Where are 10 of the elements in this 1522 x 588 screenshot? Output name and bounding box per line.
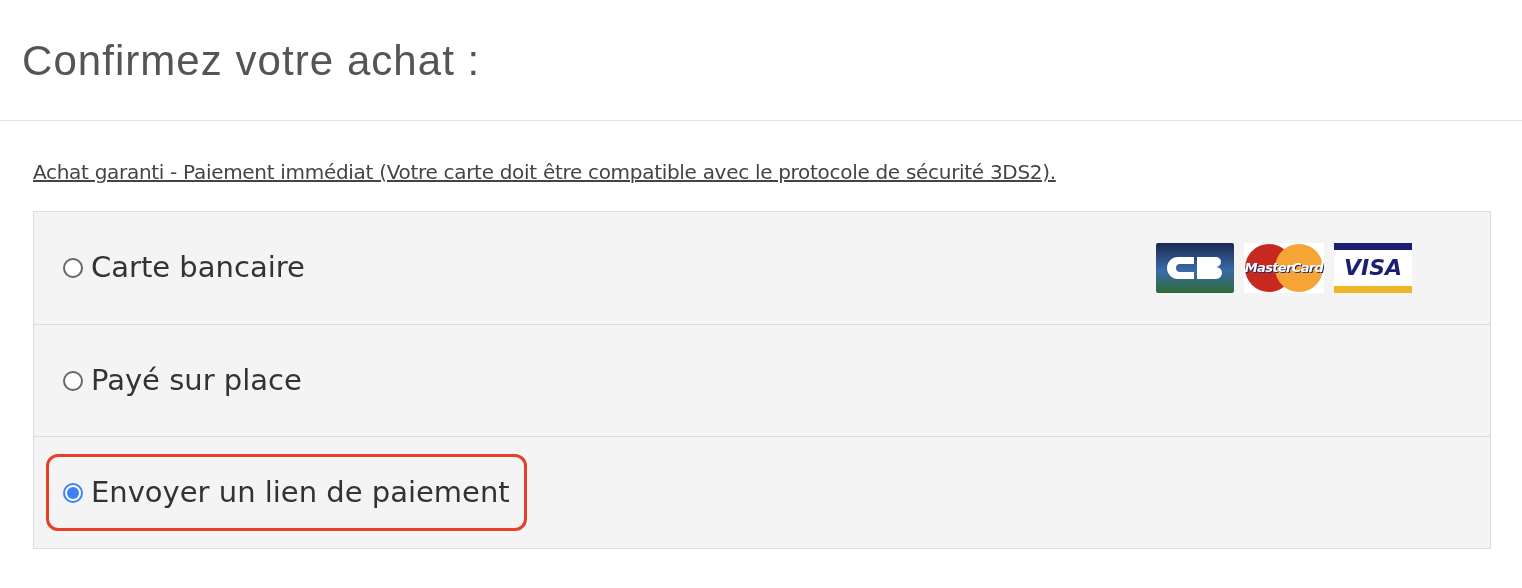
card-logo-icon: [1156, 243, 1234, 293]
card-logo: VISA: [1334, 243, 1412, 293]
payment-option[interactable]: Payé sur place: [46, 341, 319, 420]
radio-button[interactable]: [63, 370, 83, 391]
payment-option[interactable]: Carte bancaire: [46, 229, 322, 307]
radio-button[interactable]: [63, 258, 83, 278]
page-title: Confirmez votre achat :: [22, 35, 481, 86]
notice-link[interactable]: Achat garanti - Paiement immédiat (Votre carte doit être compatible avec le protocole de sécurité 3DS2).: [33, 160, 1056, 184]
radio-button[interactable]: [63, 482, 83, 503]
payment-option[interactable]: Envoyer un lien de paiement: [46, 453, 527, 532]
